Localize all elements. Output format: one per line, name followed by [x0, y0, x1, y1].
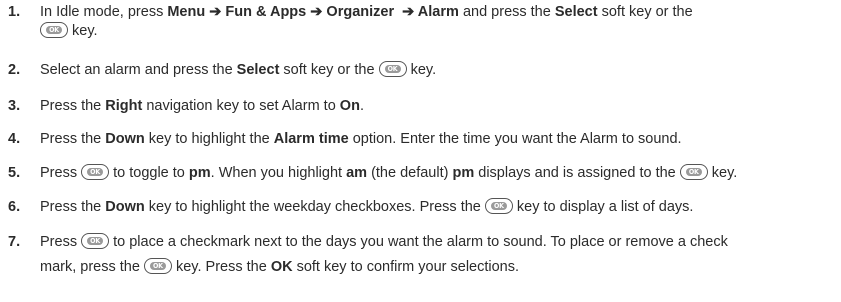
ok-key-icon: OK [143, 258, 172, 274]
step-text: Press the Down key to highlight the Alar… [40, 131, 682, 147]
step-number: 4. [8, 131, 21, 147]
step-number: 1. [8, 4, 21, 20]
step-text: Press OK to place a checkmark next to th… [40, 233, 728, 250]
step-number: 6. [8, 199, 21, 215]
step-text-continued: mark, press the OK key. Press the OK sof… [40, 258, 520, 275]
step-number: 7. [8, 234, 21, 250]
instruction-list: 1. In Idle mode, press Menu ➔ Fun & Apps… [0, 0, 841, 302]
step-number: 2. [8, 62, 21, 78]
ok-key-icon: OK [81, 233, 110, 249]
ok-key-icon: OK [40, 22, 68, 38]
ok-key-icon: OK [378, 61, 407, 77]
ok-key-icon: OK [484, 198, 513, 214]
step-text: Press the Right navigation key to set Al… [40, 98, 364, 114]
ok-key-icon: OK [679, 164, 708, 180]
ok-key-icon: OK [81, 164, 110, 180]
step-text-continued: OK key. [40, 22, 98, 41]
step-text: Press OK to toggle to pm. When you highl… [40, 164, 738, 181]
step-text: Select an alarm and press the Select sof… [40, 61, 437, 78]
step-text: Press the Down key to highlight the week… [40, 198, 694, 215]
step-number: 3. [8, 98, 21, 114]
step-number: 5. [8, 165, 21, 181]
step-text: In Idle mode, press Menu ➔ Fun & Apps ➔ … [40, 4, 693, 20]
